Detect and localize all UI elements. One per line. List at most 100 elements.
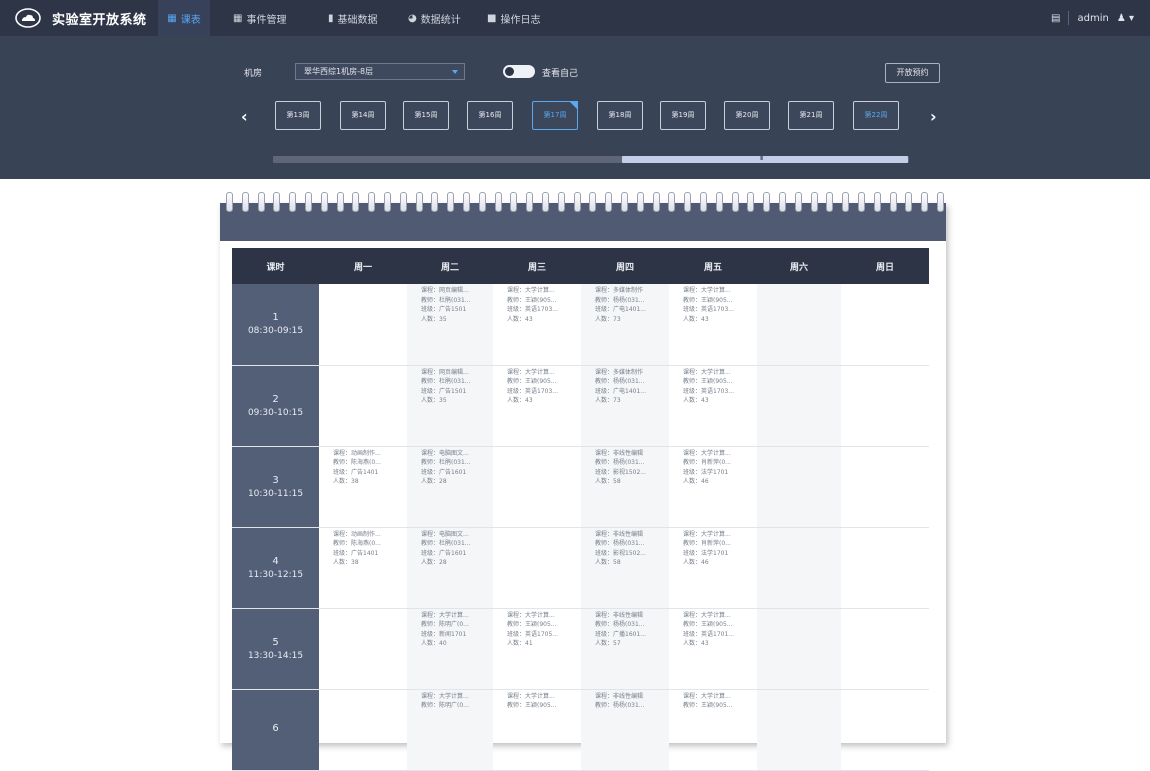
pie-chart-icon: ◕ [408,12,417,24]
week-19-button[interactable]: 第19周 [660,101,706,130]
course-info-line: 人数：43 [683,397,709,404]
schedule-cell[interactable]: 课程：大学计算... 教师：肖新萍(0... 班级：法学1701 人数：46 [669,527,757,609]
course-info-line: 教师：王颖(905... [683,621,733,628]
calendar-rings [224,192,944,214]
schedule-cell[interactable]: 课程：大学计算... 教师：王颖(905... [669,689,757,771]
chevron-left-icon[interactable]: ‹ [241,109,248,125]
binding-ring [794,192,802,212]
schedule-cell[interactable]: 课程：大学计算... 教师：王颖(905... 班级：英语1703... 人数：43 [669,284,757,366]
nav-item-schedule[interactable]: ▦ 课表 [158,0,210,36]
course-info-line: 班级：广播1601... [595,630,646,638]
username[interactable]: admin [1077,13,1108,24]
nav-item-statistics[interactable]: ◕ 数据统计 [408,0,461,36]
binding-ring [368,192,376,212]
course-info-line: 班级：英语1703... [683,387,734,395]
binding-ring [700,192,707,212]
binding-ring [652,192,660,212]
schedule-cell[interactable]: 课程：非线性编辑 教师：杨杨(031... 班级：广播1601... 人数：57 [581,608,669,690]
course-info-line: 教师：王颖(905... [507,702,557,709]
week-21-button[interactable]: 第21周 [788,101,834,130]
week-17-button[interactable]: 第17周 [532,101,578,130]
layout-icon[interactable]: ▤ [1051,13,1060,24]
schedule-cell[interactable]: 课程：非线性编辑 教师：杨杨(031... 班级：影视1502... 人数：58 [581,527,669,609]
schedule-cell[interactable]: 课程：动画制作... 教师：陈海燕(0... 班级：广告1401 人数：38 [319,446,407,528]
schedule-cell[interactable]: 课程：非线性编辑 教师：杨杨(031... [581,689,669,771]
schedule-cell [319,689,407,771]
schedule-cell[interactable]: 课程：多媒体制作 教师：杨杨(031... 班级：广电1401... 人数：73 [581,284,669,366]
course-info-line: 课程：动画制作... [333,449,381,457]
dropdown-arrow-icon [452,70,458,74]
course-info-line: 教师：肖新萍(0... [683,459,731,466]
period-number: 2 [272,393,279,405]
course-info-line: 人数：28 [421,559,447,566]
schedule-cell [319,284,407,366]
course-info-line: 课程：网页编辑... [421,287,469,294]
table-row: 6 课程：大学计算... 教师：陈明广(0... 课程：大学计算... 教师：王颖(90… [232,689,929,771]
binding-ring [542,192,549,212]
binding-ring [810,192,818,212]
room-select[interactable]: 翠华西综1机房-8层 [295,63,465,80]
schedule-cell[interactable]: 课程：大学计算... 教师：肖新萍(0... 班级：法学1701 人数：46 [669,446,757,528]
nav-item-basic-data[interactable]: ▮ 基础数据 [328,0,378,36]
binding-ring [779,192,786,212]
schedule-cell[interactable]: 课程：网页编辑... 教师：杜鹃(031... 班级：广告1501 人数：35 [407,284,493,366]
schedule-cell [757,608,841,690]
nav-item-label: 基础数据 [337,14,378,26]
week-13-button[interactable]: 第13周 [275,101,321,130]
binding-ring [826,192,834,212]
week-14-button[interactable]: 第14周 [340,101,386,130]
schedule-cell[interactable]: 课程：多媒体制作 教师：杨杨(031... 班级：广电1401... 人数：73 [581,365,669,447]
nav-item-label: 数据统计 [420,14,461,26]
course-info-line: 教师：王颖(905... [683,378,733,385]
binding-ring [589,192,597,212]
period-cell: 4 11:30-12:15 [232,527,319,609]
chevron-right-icon[interactable]: › [930,109,937,125]
course-info-line: 教师：杜鹃(031... [421,296,471,304]
schedule-cell[interactable]: 课程：大学计算... 教师：王颖(905... 班级：英语1703... 人数：43 [669,365,757,447]
schedule-cell[interactable]: 课程：大学计算... 教师：王颖(905... 班级：英语1701... 人数：43 [669,608,757,690]
binding-ring [905,192,913,212]
schedule-cell[interactable]: 课程：电脑图文... 教师：杜鹃(031... 班级：广告1601 人数：28 [407,527,493,609]
schedule-cell [841,365,929,447]
course-info-line: 班级：广电1401... [595,387,646,395]
schedule-cell[interactable]: 课程：非线性编辑 教师：杨杨(031... 班级：影视1502... 人数：58 [581,446,669,528]
schedule-cell[interactable]: 课程：大学计算... 教师：王颖(905... 班级：英语1703... 人数：43 [493,365,581,447]
room-select-value: 翠华西综1机房-8层 [304,67,374,76]
nav-item-event-management[interactable]: ▦ 事件管理 [233,0,286,36]
schedule-cell[interactable]: 课程：网页编辑... 教师：杜鹃(031... 班级：广告1501 人数：35 [407,365,493,447]
schedule-cell[interactable]: 课程：动画制作... 教师：陈海燕(0... 班级：广告1401 人数：38 [319,527,407,609]
week-18-button[interactable]: 第18周 [597,101,643,130]
week-16-button[interactable]: 第16周 [467,101,513,130]
schedule-cell[interactable]: 课程：大学计算... 教师：王颖(905... 班级：英语1703... 人数：43 [493,284,581,366]
column-header: 周五 [669,248,757,284]
schedule-cell[interactable]: 课程：大学计算... 教师：王颖(905... 班级：英语1705... 人数：41 [493,608,581,690]
nav-item-operation-log[interactable]: ■ 操作日志 [487,0,540,36]
course-info-line: 班级：广电1401... [595,306,646,313]
week-22-button[interactable]: 第22周 [853,101,899,130]
course-info-line: 班级：法学1701 [683,468,729,476]
course-info-line: 课程：大学计算... [507,692,555,700]
column-header: 周一 [319,248,407,284]
period-time: 11:30-12:15 [247,569,304,580]
user-icon[interactable]: ♟ ▾ [1117,13,1134,24]
column-header: 周三 [493,248,581,284]
schedule-cell[interactable]: 课程：大学计算... 教师：陈明广(0... 班级：新闻1701 人数：40 [407,608,493,690]
week-scrollbar-thumb[interactable] [622,156,908,163]
course-info-line: 班级：英语1703... [683,306,734,313]
toggle-knob [505,67,514,76]
open-booking-button[interactable]: 开放预约 [885,63,940,83]
schedule-cell[interactable]: 课程：大学计算... 教师：陈明广(0... [407,689,493,771]
schedule-cell[interactable]: 课程：电脑图文... 教师：杜鹃(031... 班级：广告1601 人数：28 [407,446,493,528]
week-20-button[interactable]: 第20周 [724,101,770,130]
schedule-cell[interactable]: 课程：大学计算... 教师：王颖(905... [493,689,581,771]
column-header: 课时 [232,248,319,284]
course-info-line: 课程：非线性编辑 [595,611,644,619]
period-number: 6 [272,722,279,734]
course-info-line: 课程：电脑图文... [421,449,469,457]
view-own-toggle[interactable] [503,65,535,78]
week-15-button[interactable]: 第15周 [403,101,449,130]
course-info-line: 教师：王颖(905... [507,378,557,385]
room-label: 机房 [244,69,263,79]
divider [1068,11,1070,25]
brand[interactable]: 实验室开放系统 [14,0,147,36]
